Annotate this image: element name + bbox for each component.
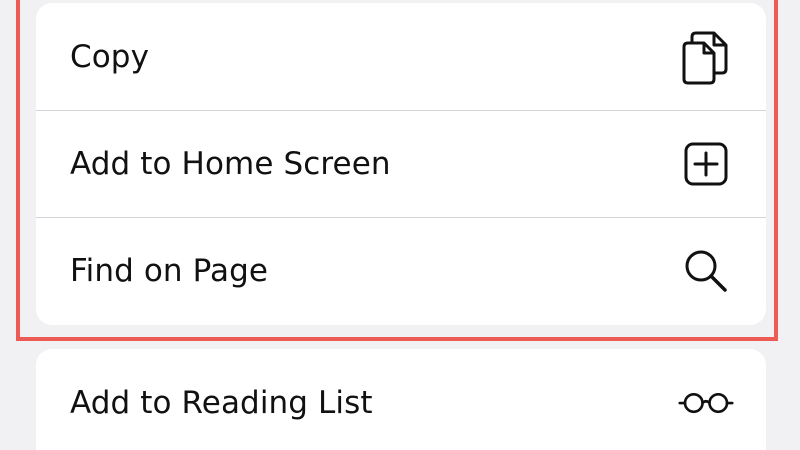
add-to-reading-list-label: Add to Reading List: [70, 384, 373, 421]
add-to-home-screen-action[interactable]: Add to Home Screen: [36, 110, 766, 217]
reading-glasses-icon: [678, 375, 734, 431]
copy-label: Copy: [70, 38, 150, 75]
add-to-home-screen-label: Add to Home Screen: [70, 145, 391, 182]
find-on-page-action[interactable]: Find on Page: [36, 217, 766, 324]
secondary-actions-group: Add to Reading List: [36, 349, 766, 450]
copy-icon: [678, 29, 734, 85]
add-to-reading-list-action[interactable]: Add to Reading List: [36, 349, 766, 450]
find-on-page-label: Find on Page: [70, 252, 269, 289]
primary-actions-group: Copy Add to Home Screen Find on Page: [36, 3, 766, 325]
copy-action[interactable]: Copy: [36, 3, 766, 110]
add-square-icon: [678, 136, 734, 192]
magnifier-icon: [678, 243, 734, 299]
share-sheet-actions: Copy Add to Home Screen Find on Page Add…: [0, 0, 800, 450]
